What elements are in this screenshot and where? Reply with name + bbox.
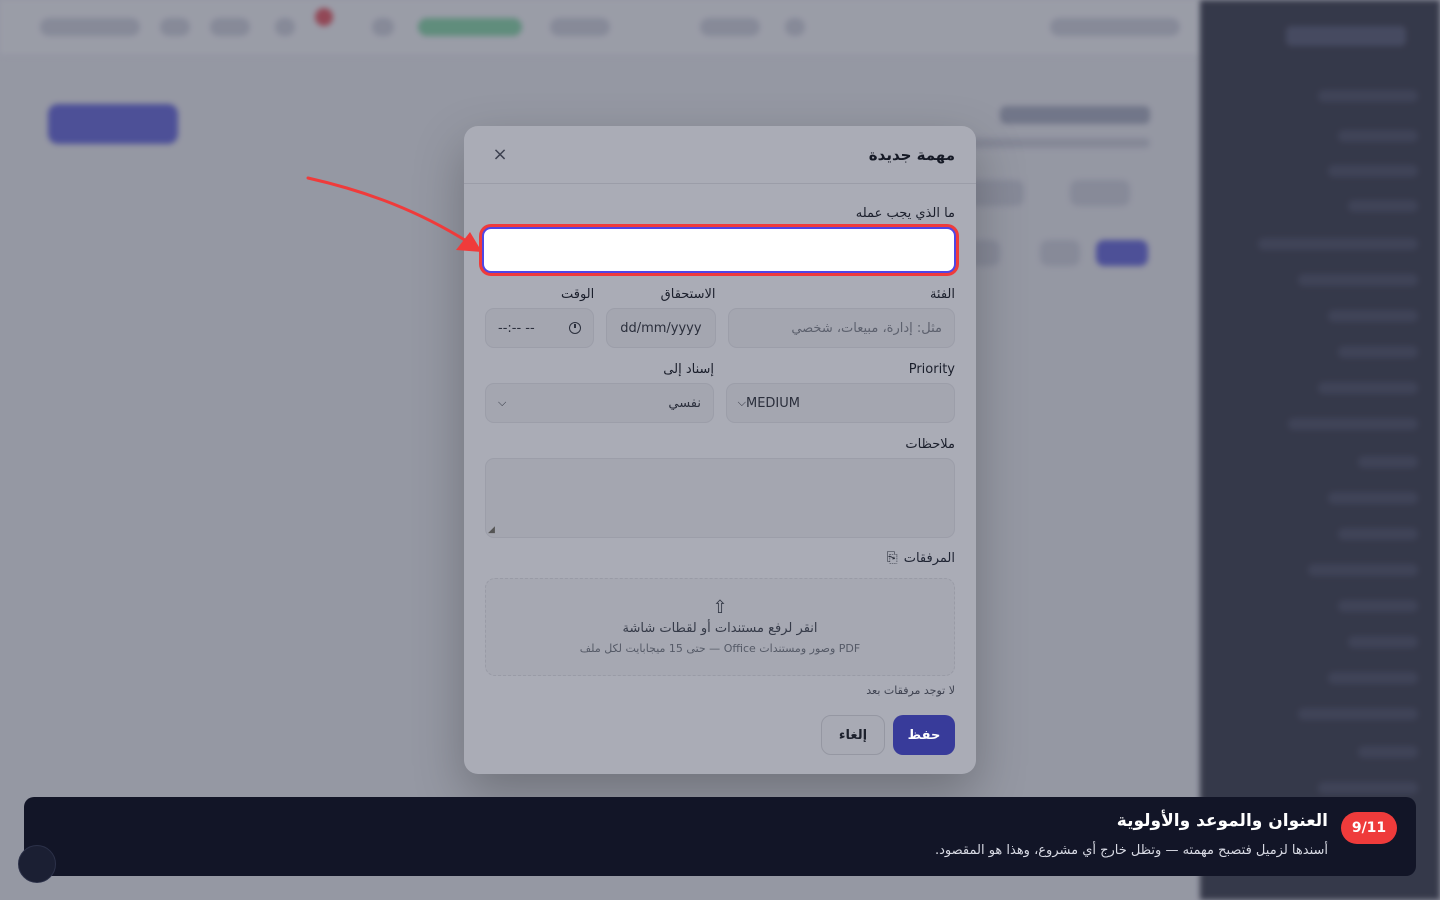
time-field: الوقت --:-- -- [485,287,595,348]
resize-handle-icon[interactable]: ◢ [488,525,495,535]
priority-value: MEDIUM [745,395,800,411]
assign-field: إسناد إلى نفسي ⌵ [485,362,714,423]
dialog-header: مهمة جديدة × [464,126,976,184]
tour-description: أسندها لزميل فتصبح مهمته — وتظل خارج أي … [934,843,1328,858]
due-date-field: الاستحقاق dd/mm/yyyy [606,287,716,348]
assign-select[interactable]: نفسي ⌵ [485,383,714,423]
no-attachments-text: لا توجد مرفقات بعد [866,684,955,697]
clock-icon[interactable] [569,322,582,334]
save-button[interactable]: حفظ [893,715,955,755]
attachments-label: المرفقات [903,550,955,566]
paperclip-icon: ⎘ [886,550,898,566]
priority-select[interactable]: MEDIUM ⌵ [726,383,955,423]
assign-value: نفسي [668,395,701,411]
chevron-down-icon: ⌵ [737,396,746,409]
help-bubble-button[interactable] [18,845,56,883]
cancel-button[interactable]: إلغاء [821,715,885,755]
priority-assign-row: Priority MEDIUM ⌵ إسناد إلى نفسي ⌵ [485,362,955,423]
category-field: الفئة مثل: إدارة، مبيعات، شخصي [727,287,955,348]
priority-field: Priority MEDIUM ⌵ [726,362,955,423]
close-icon: × [492,144,508,165]
upload-dropzone[interactable]: ⇧ انقر لرفع مستندات أو لقطات شاشة PDF وص… [485,578,955,676]
time-input[interactable]: --:-- -- [485,308,595,348]
task-title-input[interactable] [482,227,956,273]
due-date-label: الاستحقاق [660,287,716,302]
tour-step-badge: 9/11 [1341,812,1397,844]
time-label: الوقت [560,287,595,302]
upload-title: انقر لرفع مستندات أو لقطات شاشة [622,621,818,636]
category-label: الفئة [929,287,955,302]
priority-label: Priority [908,362,955,377]
category-input[interactable]: مثل: إدارة، مبيعات، شخصي [727,308,955,348]
category-due-time-row: الفئة مثل: إدارة، مبيعات، شخصي الاستحقاق… [485,287,955,348]
assign-label: إسناد إلى [663,362,714,377]
notes-textarea[interactable]: ◢ [485,458,955,538]
tour-banner: 9/11 العنوان والموعد والأولوية أسندها لز… [24,797,1416,876]
chevron-down-icon: ⌵ [498,396,507,409]
close-button[interactable]: × [488,143,512,167]
dialog-body: ما الذي يجب عمله الفئة مثل: إدارة، مبيعا… [464,184,976,755]
category-placeholder: مثل: إدارة، مبيعات، شخصي [791,320,942,336]
task-label: ما الذي يجب عمله [855,206,955,221]
new-task-dialog: مهمة جديدة × ما الذي يجب عمله الفئة مثل:… [464,126,976,774]
upload-hint: PDF وصور ومستندات Office — حتى 15 ميجابا… [579,642,861,655]
dialog-actions: حفظ إلغاء [485,715,955,755]
attachments-header: المرفقات ⎘ [485,550,955,566]
tour-title: العنوان والموعد والأولوية [1116,811,1328,831]
due-date-placeholder: dd/mm/yyyy [620,320,702,336]
due-date-input[interactable]: dd/mm/yyyy [606,308,716,348]
time-placeholder: --:-- -- [498,320,535,336]
upload-cloud-icon: ⇧ [712,597,728,618]
notes-field: ملاحظات ◢ [485,437,955,538]
notes-label: ملاحظات [905,437,955,452]
tour-arrow-icon [306,176,482,252]
dialog-title: مهمة جديدة [868,145,955,164]
